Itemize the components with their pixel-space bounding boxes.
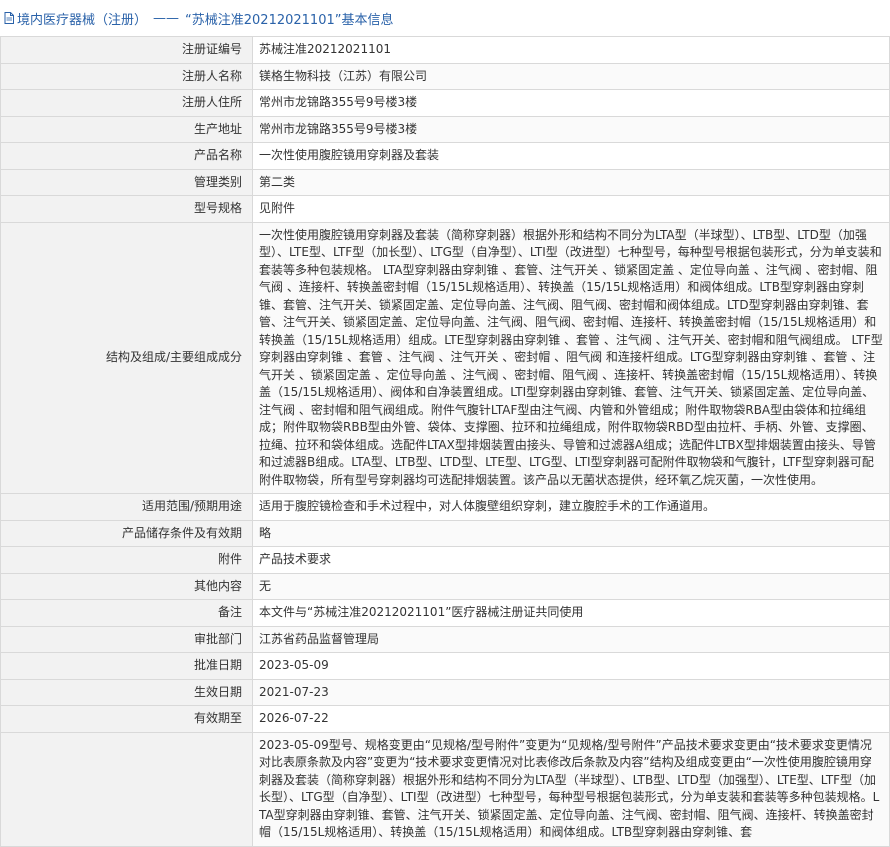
page-header: 境内医疗器械（注册） —— “苏械注准20212021101”基本信息 — [0, 0, 890, 36]
table-row: 注册证编号 苏械注准20212021101 — [0, 36, 890, 64]
table-row: 管理类别 第二类 — [0, 168, 890, 196]
field-value: 镁格生物科技（江苏）有限公司 — [252, 62, 890, 90]
document-icon — [4, 12, 14, 24]
field-label: 批准日期 — [0, 652, 253, 680]
field-label: 生产地址 — [0, 115, 253, 143]
field-value: 一次性使用腹腔镜用穿刺器及套装（简称穿刺器）根据外形和结构不同分为LTA型（半球… — [252, 221, 890, 494]
field-label: 结构及组成/主要组成成分 — [0, 221, 253, 494]
table-row: 备注 本文件与“苏械注准20212021101”医疗器械注册证共同使用 — [0, 599, 890, 627]
field-value: 见附件 — [252, 195, 890, 223]
table-row: 产品名称 一次性使用腹腔镜用穿刺器及套装 — [0, 142, 890, 170]
field-value: 常州市龙锦路355号9号楼3楼 — [252, 115, 890, 143]
field-label: 其他内容 — [0, 572, 253, 600]
field-value: 无 — [252, 572, 890, 600]
field-label: 生效日期 — [0, 678, 253, 706]
table-row: 生效日期 2021-07-23 — [0, 678, 890, 706]
field-label: 型号规格 — [0, 195, 253, 223]
field-label — [0, 731, 253, 847]
table-row: 结构及组成/主要组成成分 一次性使用腹腔镜用穿刺器及套装（简称穿刺器）根据外形和结… — [0, 221, 890, 494]
header-title: “苏械注准20212021101”基本信息 — [185, 12, 394, 28]
field-label: 适用范围/预期用途 — [0, 493, 253, 521]
table-row: 批准日期 2023-05-09 — [0, 652, 890, 680]
field-label: 有效期至 — [0, 705, 253, 733]
field-value: 江苏省药品监督管理局 — [252, 625, 890, 653]
field-label: 备注 — [0, 599, 253, 627]
field-label: 产品名称 — [0, 142, 253, 170]
field-value: 2026-07-22 — [252, 705, 890, 733]
table-row: 有效期至 2026-07-22 — [0, 705, 890, 733]
field-value: 苏械注准20212021101 — [252, 36, 890, 64]
field-value: 2021-07-23 — [252, 678, 890, 706]
field-label: 产品储存条件及有效期 — [0, 519, 253, 547]
field-value: 本文件与“苏械注准20212021101”医疗器械注册证共同使用 — [252, 599, 890, 627]
field-label: 注册人名称 — [0, 62, 253, 90]
table-row: 2023-05-09型号、规格变更由“见规格/型号附件”变更为“见规格/型号附件… — [0, 731, 890, 847]
table-row: 注册人住所 常州市龙锦路355号9号楼3楼 — [0, 89, 890, 117]
table-row: 适用范围/预期用途 适用于腹腔镜检查和手术过程中，对人体腹壁组织穿刺，建立腹腔手术… — [0, 493, 890, 521]
table-row: 注册人名称 镁格生物科技（江苏）有限公司 — [0, 62, 890, 90]
table-row: 产品储存条件及有效期略 — [0, 519, 890, 547]
field-label: 附件 — [0, 546, 253, 574]
field-value: 第二类 — [252, 168, 890, 196]
table-row: 其他内容无 — [0, 572, 890, 600]
field-value: 2023-05-09型号、规格变更由“见规格/型号附件”变更为“见规格/型号附件… — [252, 731, 890, 847]
header-category-link[interactable]: 境内医疗器械（注册） — [17, 9, 147, 28]
field-label: 注册人住所 — [0, 89, 253, 117]
field-value: 一次性使用腹腔镜用穿刺器及套装 — [252, 142, 890, 170]
field-label: 审批部门 — [0, 625, 253, 653]
table-row: 审批部门 江苏省药品监督管理局 — [0, 625, 890, 653]
field-value: 常州市龙锦路355号9号楼3楼 — [252, 89, 890, 117]
header-separator: —— — [153, 10, 180, 26]
field-value: 产品技术要求 — [252, 546, 890, 574]
field-value: 适用于腹腔镜检查和手术过程中，对人体腹壁组织穿刺，建立腹腔手术的工作通道用。 — [252, 493, 890, 521]
field-value: 略 — [252, 519, 890, 547]
field-label: 管理类别 — [0, 168, 253, 196]
table-row: 生产地址 常州市龙锦路355号9号楼3楼 — [0, 115, 890, 143]
detail-table: 注册证编号 苏械注准20212021101 注册人名称 镁格生物科技（江苏）有限公司注… — [0, 36, 890, 847]
table-row: 型号规格 见附件 — [0, 195, 890, 223]
table-row: 附件 产品技术要求 — [0, 546, 890, 574]
field-value: 2023-05-09 — [252, 652, 890, 680]
field-label: 注册证编号 — [0, 36, 253, 64]
